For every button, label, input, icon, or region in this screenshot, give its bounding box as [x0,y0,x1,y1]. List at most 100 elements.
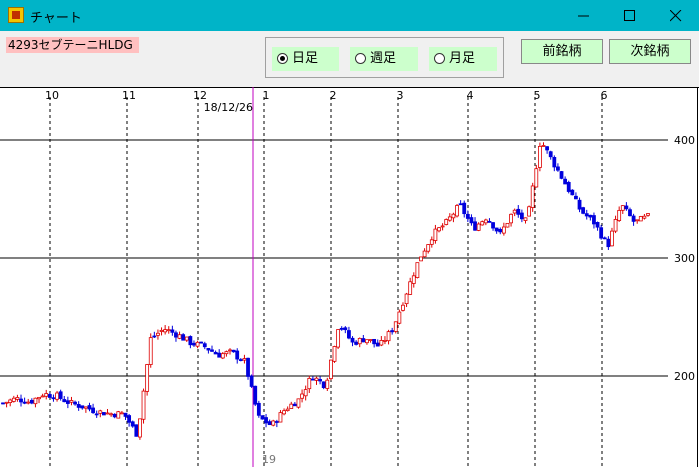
candle-body [426,244,431,252]
candle-body [29,399,34,404]
candle-body [148,337,153,365]
cursor-year-label: 19 [262,453,276,466]
candle-body [642,215,647,219]
candle-body [166,329,171,332]
candle-body [267,421,272,426]
close-icon [670,10,682,22]
candle-body [246,357,250,377]
candle-body [483,219,488,224]
candle-body [264,417,268,424]
candle-body [462,202,467,215]
candle-body [401,304,405,311]
candle-body [62,399,67,403]
candle-body [91,407,95,414]
candle-body [537,145,542,168]
candle-body [130,421,135,427]
candle-body [620,205,625,211]
prev-symbol-button[interactable]: 前銘柄 [521,39,603,64]
candle-body [372,338,377,345]
candle-body [314,377,319,381]
candle-body [55,392,59,400]
radio-weekly-dot [355,53,366,64]
candle-body [199,341,204,344]
candle-body [617,210,622,221]
candle-body [11,397,16,402]
candle-body [19,398,23,403]
minimize-button[interactable] [561,0,607,31]
candle-body [65,400,70,404]
candle-body [480,221,485,226]
radio-weekly[interactable]: 週足 [350,47,418,71]
candle-body [271,420,276,426]
candle-body [599,227,604,239]
candle-body [415,262,420,278]
candle-body [383,339,387,342]
month-label-3: 3 [397,89,404,102]
month-label-4: 4 [467,89,474,102]
close-button[interactable] [653,0,699,31]
title-bar: チャート [0,0,699,31]
candle-body [487,220,492,223]
candle-body [408,281,413,295]
candle-body [87,405,92,410]
price-label-300: 300 [674,252,695,265]
candle-body [361,338,366,343]
candle-body [300,393,304,399]
candle-body [289,403,294,409]
candle-body [8,399,13,403]
candle-body [33,397,38,405]
minimize-icon [578,15,589,17]
candle-body [519,212,524,220]
month-label-5: 5 [534,89,541,102]
candle-body [47,394,52,398]
candle-body [509,213,513,224]
candle-body [606,238,611,248]
candle-body [170,329,175,333]
candle-body [220,353,225,359]
symbol-label: 4293セブテーニHLDG [6,37,139,53]
candle-body [329,359,333,380]
candle-body [447,216,452,221]
candle-body [94,413,99,416]
candle-body [365,339,369,344]
maximize-icon [624,10,635,21]
candle-body [80,405,85,409]
candle-body [307,378,312,390]
candle-body [195,341,200,347]
candle-body [516,208,521,215]
candle-body [379,340,384,346]
price-label-400: 400 [674,134,695,147]
price-label-200: 200 [674,370,695,383]
candle-body [325,379,330,389]
candle-body [556,166,560,171]
candle-body [584,213,589,217]
candle-body [638,216,643,222]
candle-body [624,205,629,210]
next-symbol-button[interactable]: 次銘柄 [609,39,691,64]
candle-body [238,359,243,361]
candle-body [354,341,359,345]
candle-body [613,219,618,232]
radio-monthly[interactable]: 月足 [429,47,497,71]
candle-body [347,330,351,339]
month-label-11: 11 [122,89,136,102]
maximize-button[interactable] [607,0,653,31]
candle-body [512,209,517,214]
candle-body [458,203,463,206]
candle-body [282,410,286,415]
candle-body [156,332,160,336]
month-label-2: 2 [330,89,337,102]
candle-body [411,275,416,284]
candle-body [469,217,474,224]
candle-body [231,349,236,353]
candle-body [559,171,564,179]
radio-daily[interactable]: 日足 [272,47,339,71]
candle-body [213,351,218,355]
candle-body [202,343,207,348]
candle-body [530,185,535,208]
candle-body [76,404,81,408]
candle-body [581,207,586,214]
candle-body [285,408,290,412]
chart-area[interactable]: 400 300 200 10 11 12 1 2 3 4 5 6 18/12/26 19 [0,87,699,467]
candle-body [350,337,355,343]
